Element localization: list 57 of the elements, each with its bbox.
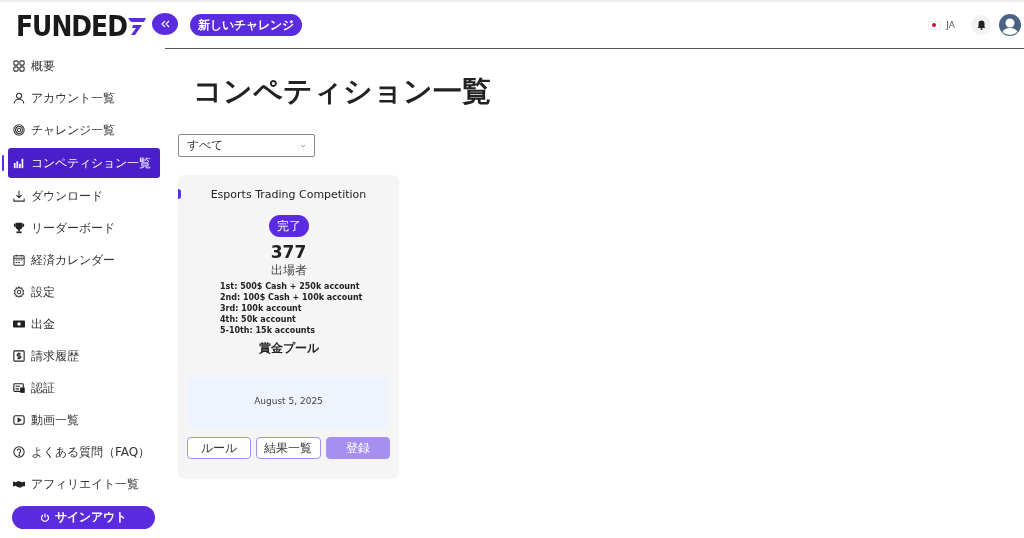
sign-out-button[interactable]: サインアウト xyxy=(12,506,155,529)
calendar-icon xyxy=(13,254,25,266)
settings-icon xyxy=(13,286,25,298)
help-icon xyxy=(13,446,25,458)
sidebar-item[interactable]: 経済カレンダー xyxy=(8,246,160,274)
date-text: August 5, 2025 xyxy=(254,396,323,406)
sidebar-item[interactable]: 認証 xyxy=(8,374,160,402)
prize-line: 5-10th: 15k accounts xyxy=(220,326,317,335)
trophy-icon xyxy=(13,222,25,234)
person-icon xyxy=(13,92,25,104)
target-icon xyxy=(13,124,25,136)
card-button[interactable]: 結果一覧 xyxy=(256,437,321,459)
cash-icon xyxy=(13,318,25,330)
page-title: コンペティション一覧 xyxy=(193,73,491,110)
download-icon xyxy=(13,190,25,202)
prize-line: 2nd: 100$ Cash + 100k account xyxy=(220,293,363,302)
logo-text: FUNDED xyxy=(16,10,127,42)
sidebar-item[interactable]: 出金 xyxy=(8,310,160,338)
prize-pool-label: 賞金プール xyxy=(258,340,319,357)
card-button[interactable]: ルール xyxy=(187,437,252,459)
power-icon xyxy=(40,512,50,523)
participant-count: 377 xyxy=(270,242,307,262)
grid-icon xyxy=(13,60,25,72)
prize-line: 4th: 50k account xyxy=(220,315,297,324)
collapse-button[interactable] xyxy=(152,13,178,35)
sidebar-item[interactable]: アフィリエイト一覧 xyxy=(8,470,160,498)
double-chevron-left-icon xyxy=(160,20,170,28)
language-code: JA xyxy=(946,20,955,30)
card-title: Esports Trading Competition xyxy=(210,188,367,201)
active-indicator xyxy=(2,155,4,171)
bar-chart-icon xyxy=(13,157,25,169)
new-challenge-button[interactable]: 新しいチャレンジ xyxy=(190,14,302,36)
handshake-icon xyxy=(13,478,25,490)
chevron-down-icon xyxy=(300,143,306,148)
sidebar-item[interactable]: 概要 xyxy=(8,52,160,80)
participant-label: 出場者 xyxy=(270,262,307,279)
dollar-icon xyxy=(13,350,25,362)
bell-icon xyxy=(976,20,986,30)
logo-mark-icon xyxy=(127,17,146,35)
sidebar-item[interactable]: 請求履歴 xyxy=(8,342,160,370)
sidebar-item[interactable]: アカウント一覧 xyxy=(8,84,160,112)
filter-dropdown[interactable]: すべて xyxy=(178,134,315,157)
video-icon xyxy=(13,414,25,426)
notification-button[interactable] xyxy=(971,15,991,35)
sidebar-item[interactable]: ダウンロード xyxy=(8,182,160,210)
avatar-icon[interactable] xyxy=(999,14,1021,36)
flag-icon xyxy=(928,20,941,30)
sidebar-item[interactable]: 動画一覧 xyxy=(8,406,160,434)
status-badge: 完了 xyxy=(268,215,309,237)
language-selector[interactable]: JA xyxy=(928,20,955,30)
prize-line: 3rd: 100k account xyxy=(220,304,303,313)
sidebar-item[interactable]: チャレンジ一覧 xyxy=(8,116,160,144)
sidebar-item[interactable]: 設定 xyxy=(8,278,160,306)
prize-line: 1st: 500$ Cash + 250k account xyxy=(220,282,361,291)
sidebar-item[interactable]: リーダーボード xyxy=(8,214,160,242)
sidebar-item[interactable]: よくある質問（FAQ） xyxy=(8,438,160,466)
id-card-icon xyxy=(13,382,25,394)
